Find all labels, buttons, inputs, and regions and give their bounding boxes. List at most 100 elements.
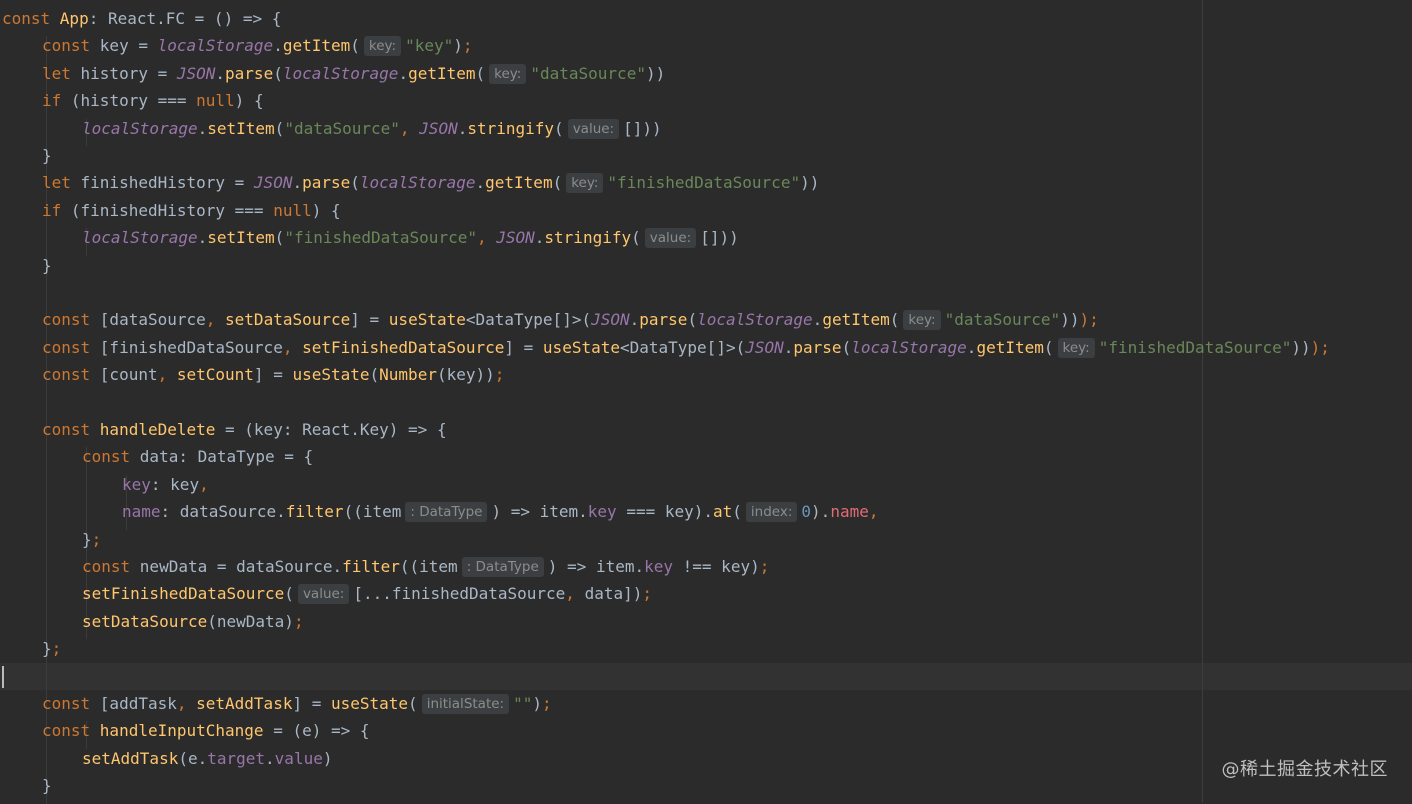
code-line[interactable]: setAddTask(e.target.value) bbox=[82, 745, 332, 772]
code-token: ( bbox=[350, 36, 360, 56]
code-token: "finishedDataSource" bbox=[1098, 337, 1292, 357]
code-line[interactable]: setDataSource(newData); bbox=[82, 608, 304, 635]
code-token: key bbox=[587, 502, 617, 522]
code-token: const bbox=[42, 721, 100, 741]
code-token: ; bbox=[642, 584, 652, 604]
code-token: ); bbox=[1079, 310, 1099, 330]
code-line[interactable]: const newData = dataSource.filter((item:… bbox=[82, 553, 769, 580]
code-token: key bbox=[122, 474, 151, 494]
code-token: JSON bbox=[496, 228, 535, 248]
code-line[interactable]: if (finishedHistory === null) { bbox=[42, 197, 341, 224]
code-line[interactable]: const [finishedDataSource, setFinishedDa… bbox=[42, 334, 1330, 361]
code-token: const bbox=[42, 694, 100, 713]
parameter-hint: key: bbox=[1057, 337, 1095, 358]
code-line[interactable]: } bbox=[42, 142, 52, 169]
code-line[interactable]: let finishedHistory = JSON.parse(localSt… bbox=[42, 169, 819, 196]
code-token: key = bbox=[99, 36, 158, 56]
code-line[interactable]: }; bbox=[82, 526, 101, 553]
code-line[interactable]: } bbox=[42, 252, 52, 279]
code-token: ( bbox=[273, 63, 283, 83]
parameter-hint: key: bbox=[489, 63, 527, 84]
code-token: "key" bbox=[405, 36, 454, 56]
code-line[interactable]: if (history === null) { bbox=[42, 87, 264, 114]
parameter-hint: initialState: bbox=[421, 694, 510, 714]
code-token: const bbox=[42, 365, 100, 385]
code-token: stringify bbox=[544, 228, 632, 248]
code-token: . bbox=[457, 118, 468, 138]
code-token: )) bbox=[1291, 337, 1311, 357]
code-token: : dataSource. bbox=[160, 502, 286, 522]
code-token: data: DataType = { bbox=[139, 447, 314, 467]
code-token: localStorage bbox=[157, 36, 274, 56]
parameter-hint: value: bbox=[297, 584, 350, 605]
code-token: useState bbox=[330, 694, 409, 713]
code-token: , bbox=[565, 584, 585, 604]
code-line[interactable]: localStorage.setItem("finishedDataSource… bbox=[82, 224, 739, 251]
code-token: ( bbox=[889, 310, 900, 330]
code-token: const bbox=[42, 420, 100, 439]
code-token: "dataSource" bbox=[284, 118, 400, 138]
code-line[interactable]: const App: React.FC = () => { bbox=[2, 5, 281, 32]
code-token: , bbox=[868, 502, 879, 522]
code-token: ( bbox=[369, 365, 380, 385]
code-line[interactable]: const handleDelete = (key: React.Key) =>… bbox=[42, 416, 447, 443]
code-line[interactable]: } bbox=[42, 772, 52, 799]
code-token: ( bbox=[475, 63, 486, 83]
code-token: setAddTask bbox=[82, 748, 179, 768]
code-token: ] = bbox=[253, 365, 293, 385]
code-line[interactable]: const [count, setCount] = useState(Numbe… bbox=[42, 361, 504, 388]
code-token: ] = bbox=[350, 310, 389, 330]
code-token: ( bbox=[350, 173, 360, 193]
code-token: , bbox=[199, 474, 209, 494]
code-token: App bbox=[59, 9, 89, 28]
code-token: ( bbox=[408, 694, 418, 713]
code-token: ) => item. bbox=[547, 557, 645, 576]
code-token: const bbox=[42, 310, 100, 330]
code-line[interactable]: key: key, bbox=[122, 471, 209, 498]
code-token: [dataSource bbox=[99, 310, 206, 330]
code-token: } bbox=[42, 255, 52, 275]
text-caret bbox=[2, 665, 4, 688]
code-token: . bbox=[966, 337, 977, 357]
code-token: localStorage bbox=[697, 310, 813, 330]
code-line[interactable]: const key = localStorage.getItem(key: "ke… bbox=[42, 32, 473, 59]
code-line[interactable]: const data: DataType = { bbox=[82, 443, 313, 470]
code-token: history = bbox=[80, 63, 177, 83]
code-token: localStorage bbox=[851, 337, 967, 357]
code-line[interactable]: let history = JSON.parse(localStorage.ge… bbox=[42, 60, 665, 87]
code-token: [addTask bbox=[99, 694, 177, 713]
code-token: setCount bbox=[176, 365, 254, 385]
code-token: ) bbox=[453, 36, 463, 56]
code-token: Number bbox=[379, 365, 437, 385]
code-token: newData = dataSource. bbox=[139, 557, 343, 576]
code-token: let bbox=[42, 63, 81, 83]
code-token: . bbox=[629, 310, 640, 330]
code-line[interactable]: localStorage.setItem("dataSource", JSON.… bbox=[82, 115, 662, 142]
code-token: <DataType[]>( bbox=[465, 310, 592, 330]
code-editor[interactable]: const App: React.FC = () => {const key =… bbox=[0, 0, 1412, 804]
code-token: "finishedDataSource" bbox=[284, 228, 477, 248]
code-token: key bbox=[644, 557, 674, 576]
code-line[interactable]: const [addTask, setAddTask] = useState(i… bbox=[42, 690, 552, 717]
parameter-hint: value: bbox=[567, 118, 620, 139]
code-token: <DataType[]>( bbox=[619, 337, 746, 357]
code-token: name bbox=[830, 502, 869, 522]
code-token: parse bbox=[225, 63, 274, 83]
code-token: = (e) => { bbox=[263, 721, 370, 741]
code-token: parse bbox=[639, 310, 688, 330]
code-token: === key). bbox=[616, 502, 714, 522]
code-line[interactable]: const [dataSource, setDataSource] = useS… bbox=[42, 306, 1099, 333]
code-token: at bbox=[713, 502, 733, 522]
code-token: getItem bbox=[408, 63, 476, 83]
code-token: setFinishedDataSource bbox=[82, 584, 285, 604]
code-token: ( bbox=[841, 337, 852, 357]
code-token: ) { bbox=[311, 200, 341, 220]
code-token: ; bbox=[51, 639, 62, 659]
code-line[interactable]: setFinishedDataSource(value: [...finished… bbox=[82, 580, 652, 607]
code-line[interactable]: }; bbox=[42, 635, 61, 662]
code-token: ; bbox=[293, 611, 304, 631]
code-line[interactable]: name: dataSource.filter((item: DataType)… bbox=[122, 498, 878, 525]
code-token: ); bbox=[1310, 337, 1330, 357]
code-line[interactable]: const handleInputChange = (e) => { bbox=[42, 717, 370, 744]
code-token: ) bbox=[322, 748, 333, 768]
